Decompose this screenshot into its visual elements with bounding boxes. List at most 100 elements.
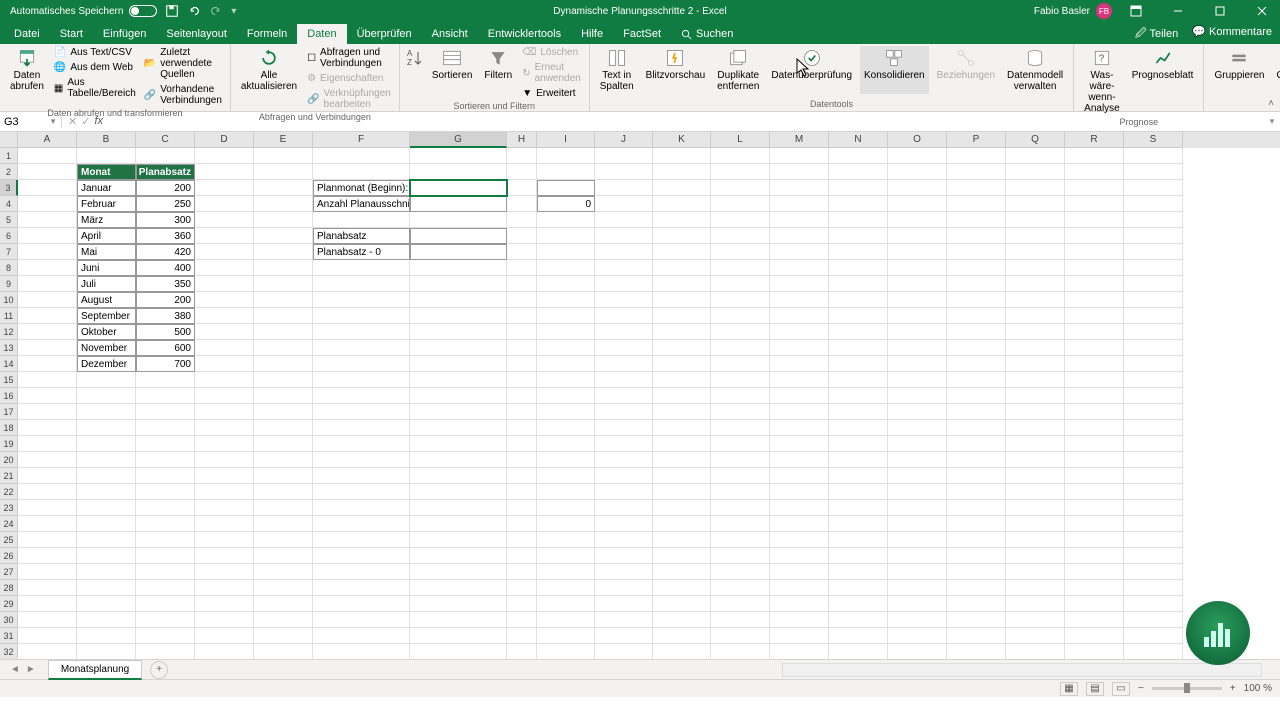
cell[interactable] bbox=[595, 596, 653, 612]
row-header[interactable]: 8 bbox=[0, 260, 18, 276]
cell[interactable] bbox=[770, 628, 829, 644]
cell[interactable] bbox=[711, 612, 770, 628]
cell[interactable] bbox=[1006, 532, 1065, 548]
cell[interactable] bbox=[195, 372, 254, 388]
cell[interactable]: Planabsatz bbox=[136, 164, 195, 180]
data-model[interactable]: Datenmodell verwalten bbox=[1003, 46, 1067, 94]
cell[interactable] bbox=[595, 420, 653, 436]
cell[interactable] bbox=[410, 532, 507, 548]
tab-hilfe[interactable]: Hilfe bbox=[571, 24, 613, 44]
cell[interactable] bbox=[410, 404, 507, 420]
cell[interactable] bbox=[507, 324, 537, 340]
cell[interactable] bbox=[537, 228, 595, 244]
cell[interactable] bbox=[254, 644, 313, 659]
cell[interactable]: Januar bbox=[77, 180, 136, 196]
cell[interactable] bbox=[829, 580, 888, 596]
row-header[interactable]: 15 bbox=[0, 372, 18, 388]
cell[interactable] bbox=[18, 420, 77, 436]
cell[interactable] bbox=[1124, 212, 1183, 228]
cell[interactable] bbox=[254, 420, 313, 436]
cell[interactable] bbox=[507, 548, 537, 564]
cell[interactable] bbox=[195, 628, 254, 644]
cell[interactable] bbox=[1006, 388, 1065, 404]
cell[interactable] bbox=[136, 596, 195, 612]
tab-ueberpruefen[interactable]: Überprüfen bbox=[347, 24, 422, 44]
cell[interactable] bbox=[947, 292, 1006, 308]
cell[interactable] bbox=[653, 644, 711, 659]
cell[interactable] bbox=[1006, 628, 1065, 644]
cell[interactable] bbox=[1006, 484, 1065, 500]
cell[interactable] bbox=[195, 564, 254, 580]
cell[interactable] bbox=[195, 580, 254, 596]
cell[interactable] bbox=[254, 356, 313, 372]
cell[interactable] bbox=[1006, 644, 1065, 659]
tab-einfuegen[interactable]: Einfügen bbox=[93, 24, 156, 44]
cell[interactable] bbox=[1006, 596, 1065, 612]
cell[interactable] bbox=[711, 180, 770, 196]
cell[interactable] bbox=[595, 500, 653, 516]
cell[interactable] bbox=[595, 340, 653, 356]
zoom-in-button[interactable]: + bbox=[1230, 683, 1236, 694]
cell[interactable] bbox=[254, 548, 313, 564]
cell[interactable] bbox=[595, 436, 653, 452]
cell[interactable] bbox=[770, 500, 829, 516]
cell[interactable] bbox=[136, 532, 195, 548]
cell[interactable] bbox=[653, 196, 711, 212]
cell[interactable] bbox=[537, 372, 595, 388]
cell[interactable] bbox=[537, 532, 595, 548]
cell[interactable] bbox=[888, 308, 947, 324]
cell[interactable] bbox=[18, 484, 77, 500]
cell[interactable] bbox=[653, 548, 711, 564]
cell[interactable] bbox=[829, 260, 888, 276]
cell[interactable] bbox=[136, 404, 195, 420]
row-header[interactable]: 7 bbox=[0, 244, 18, 260]
normal-view-icon[interactable]: ▦ bbox=[1060, 682, 1078, 696]
cell[interactable] bbox=[195, 356, 254, 372]
cell[interactable] bbox=[195, 260, 254, 276]
cell[interactable] bbox=[537, 420, 595, 436]
cell[interactable] bbox=[410, 548, 507, 564]
user-name[interactable]: Fabio Basler bbox=[1034, 6, 1090, 17]
cell[interactable] bbox=[77, 500, 136, 516]
cell[interactable] bbox=[410, 308, 507, 324]
cell[interactable] bbox=[595, 356, 653, 372]
cell[interactable] bbox=[18, 388, 77, 404]
cell[interactable] bbox=[18, 228, 77, 244]
cell[interactable] bbox=[507, 500, 537, 516]
cell[interactable] bbox=[254, 260, 313, 276]
cell[interactable] bbox=[947, 148, 1006, 164]
column-header[interactable]: J bbox=[595, 132, 653, 148]
cell[interactable] bbox=[410, 292, 507, 308]
cell[interactable] bbox=[136, 548, 195, 564]
cell[interactable] bbox=[770, 436, 829, 452]
cell[interactable] bbox=[410, 580, 507, 596]
cell[interactable] bbox=[770, 484, 829, 500]
cell[interactable] bbox=[537, 388, 595, 404]
cell[interactable] bbox=[595, 580, 653, 596]
cell[interactable] bbox=[888, 276, 947, 292]
column-header[interactable]: L bbox=[711, 132, 770, 148]
cell[interactable]: Mai bbox=[77, 244, 136, 260]
zoom-level[interactable]: 100 % bbox=[1244, 683, 1272, 694]
cell[interactable] bbox=[595, 276, 653, 292]
cell[interactable] bbox=[1124, 228, 1183, 244]
cell[interactable] bbox=[136, 372, 195, 388]
cell[interactable] bbox=[770, 372, 829, 388]
cell[interactable] bbox=[313, 356, 410, 372]
cell[interactable] bbox=[313, 420, 410, 436]
cell[interactable] bbox=[595, 468, 653, 484]
cell[interactable] bbox=[254, 564, 313, 580]
cell[interactable] bbox=[770, 164, 829, 180]
cell[interactable] bbox=[537, 260, 595, 276]
cell[interactable] bbox=[254, 340, 313, 356]
cell[interactable] bbox=[18, 516, 77, 532]
cell[interactable] bbox=[829, 292, 888, 308]
cell[interactable] bbox=[711, 500, 770, 516]
column-header[interactable]: D bbox=[195, 132, 254, 148]
cell[interactable] bbox=[1124, 356, 1183, 372]
row-header[interactable]: 6 bbox=[0, 228, 18, 244]
cell[interactable] bbox=[18, 212, 77, 228]
row-header[interactable]: 3 bbox=[0, 180, 18, 196]
cell[interactable]: Planabsatz - 0 bbox=[313, 244, 410, 260]
cell[interactable] bbox=[136, 628, 195, 644]
